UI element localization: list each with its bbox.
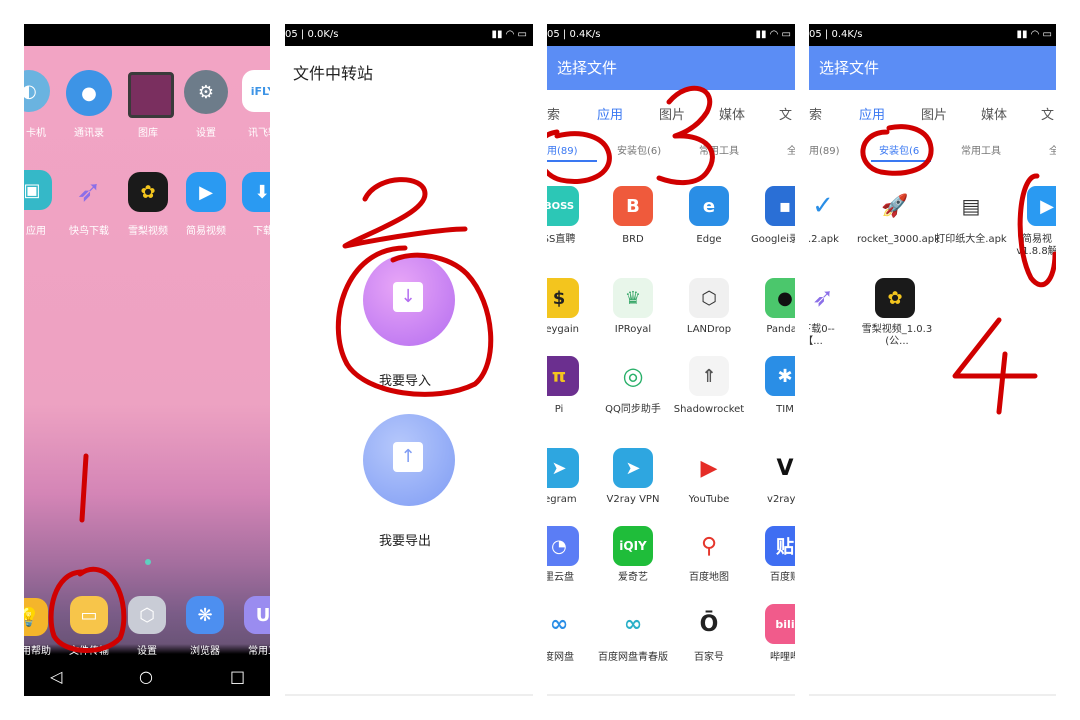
annotation-3 <box>547 85 715 185</box>
annotation-2 <box>335 177 494 397</box>
annotation-1 <box>48 453 127 653</box>
select-packages-panel: 05 | 0.4K/s ▮▮ ◠ ▭ 选择文件 索 应用 图片 媒体 文 用(8… <box>809 24 1056 696</box>
home-screen-panel: ◐ ● ⚙ iFLY 卡机 通讯录 图库 设置 讯飞输 ▣ ➶ ✿ ▶ ⬇ 应用… <box>24 24 270 696</box>
select-apps-panel: 05 | 0.4K/s ▮▮ ◠ ▭ 选择文件 索 应用 图片 媒体 文 用(8… <box>547 24 795 696</box>
annotation-4 <box>860 124 1056 415</box>
file-transfer-panel: 05 | 0.0K/s ▮▮ ◠ ▭ 文件中转站 ↓ 我要导入 ↑ 我要导出 2 <box>285 24 533 696</box>
